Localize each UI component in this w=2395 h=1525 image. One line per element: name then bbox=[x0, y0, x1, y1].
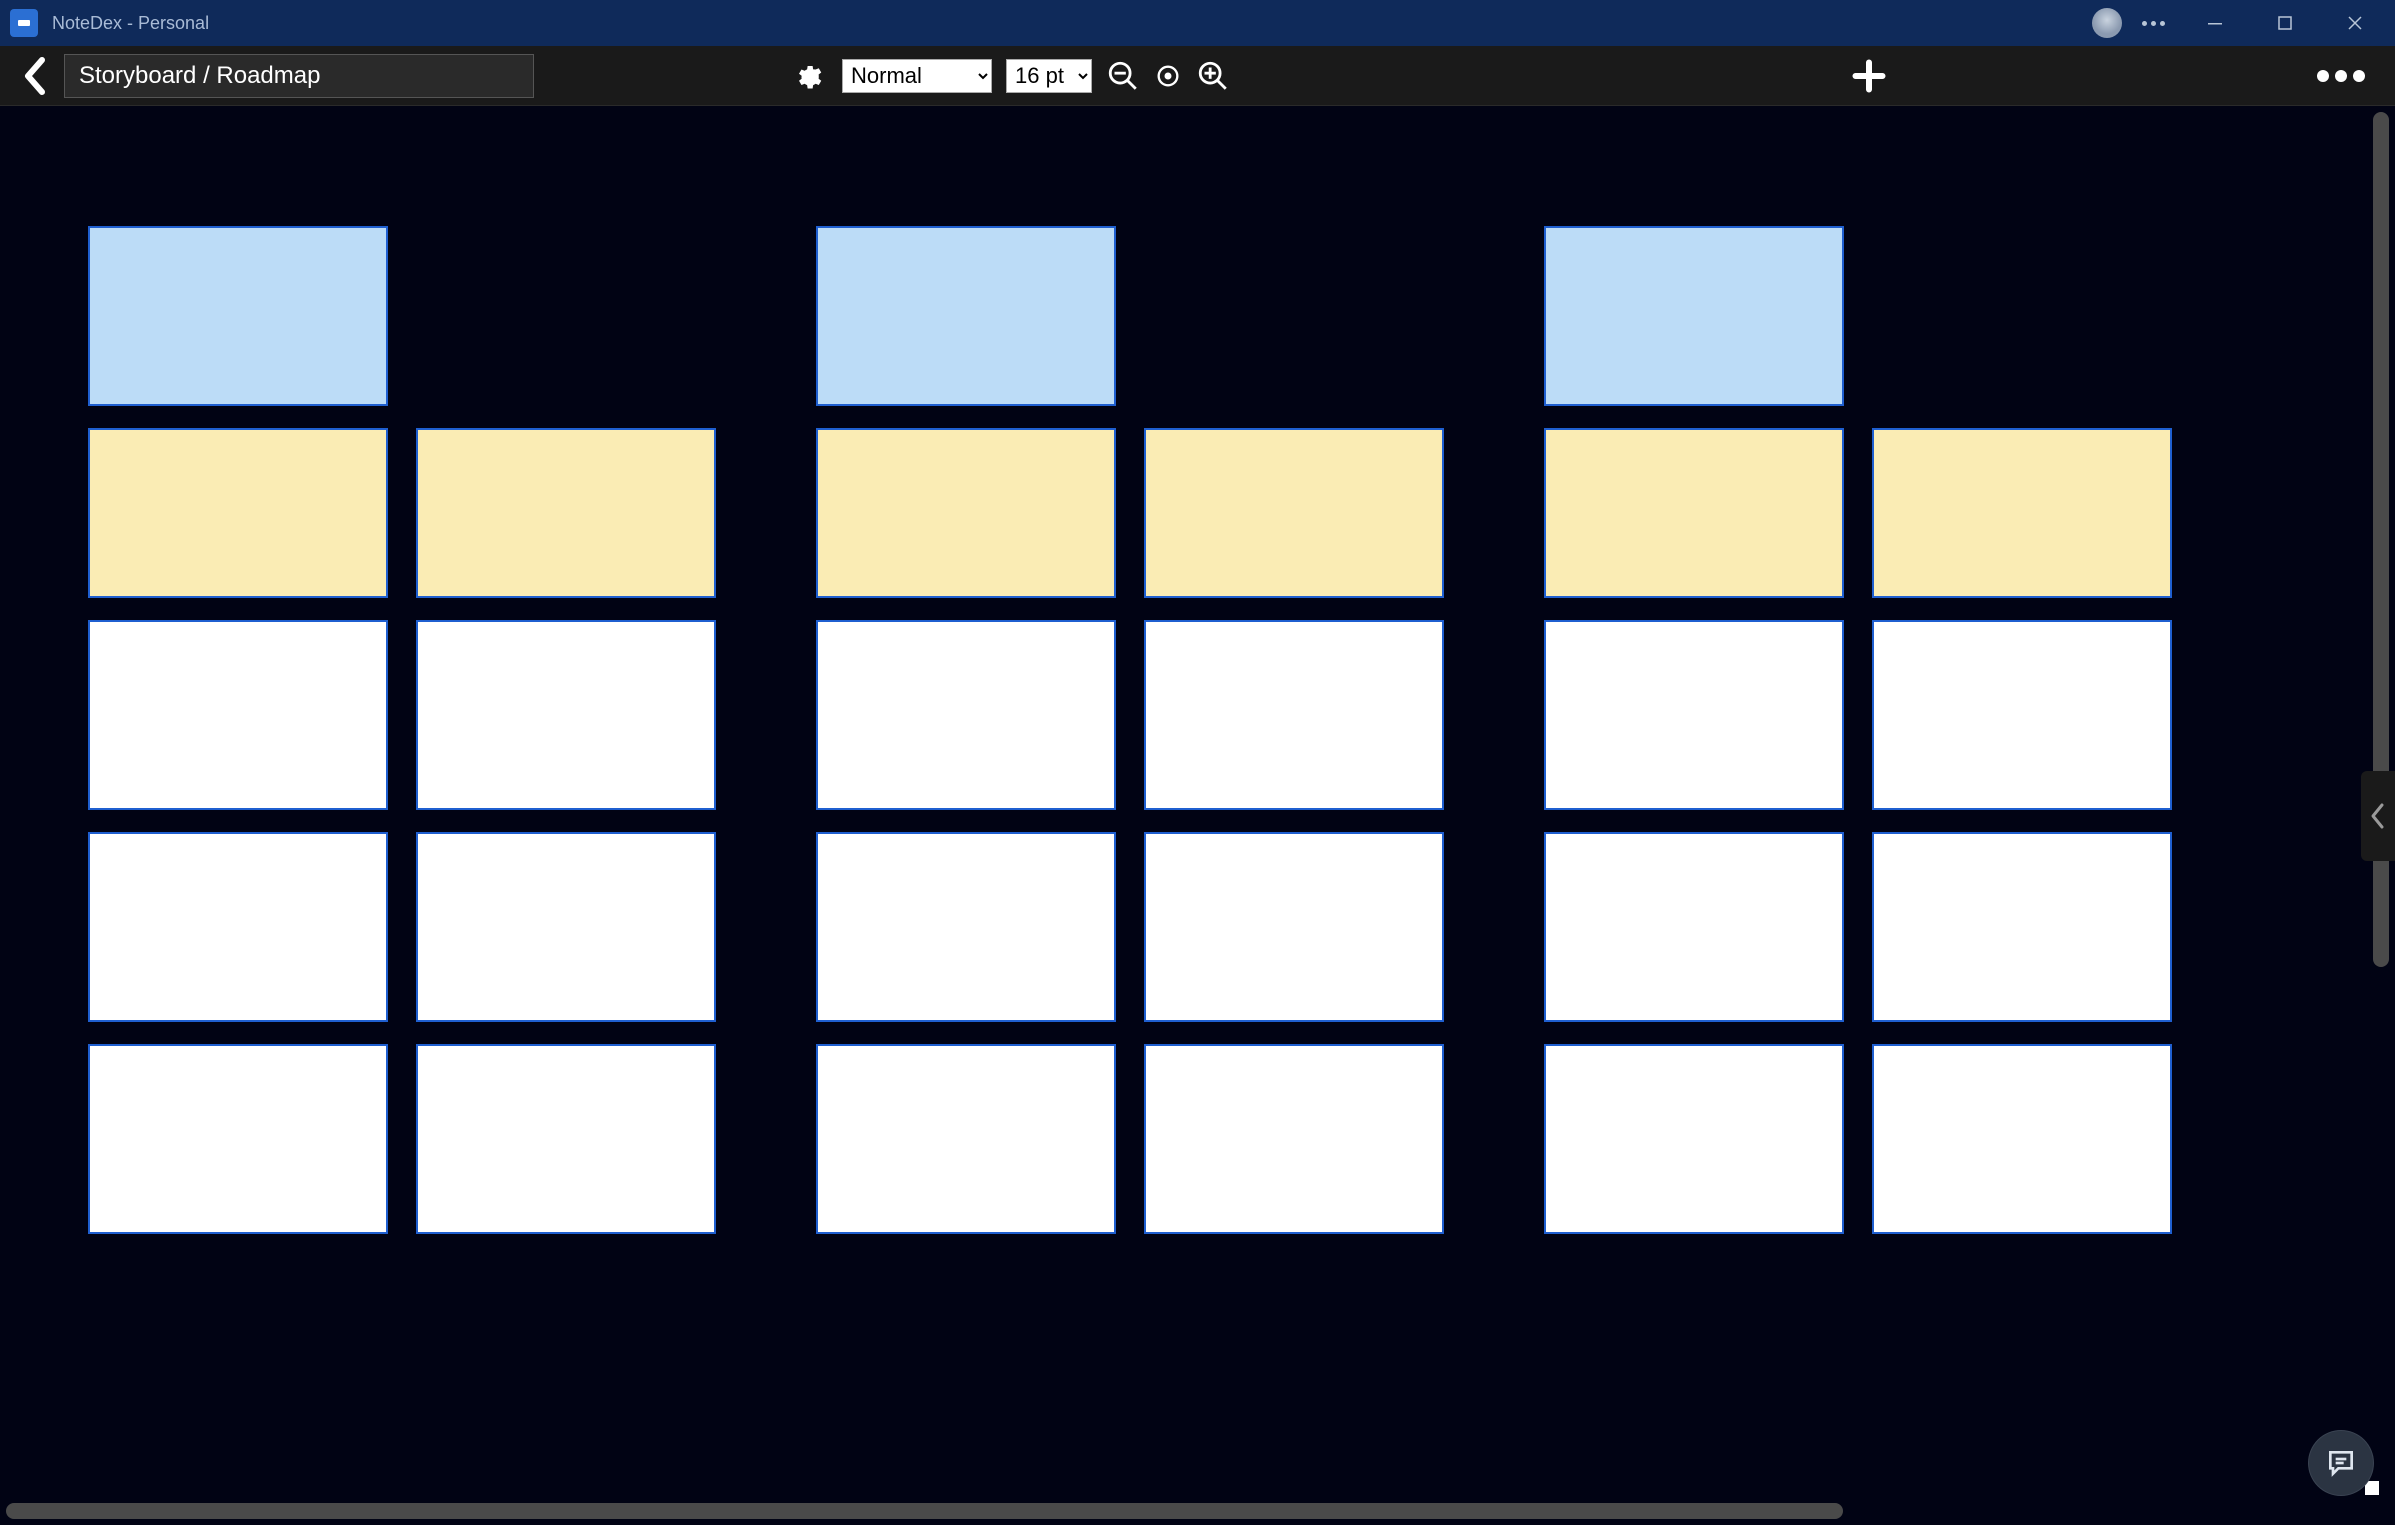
horizontal-scroll-thumb[interactable] bbox=[6, 1503, 1843, 1519]
note-card[interactable] bbox=[416, 428, 716, 598]
close-button[interactable] bbox=[2335, 3, 2375, 43]
note-card[interactable] bbox=[88, 428, 388, 598]
canvas-viewport[interactable] bbox=[0, 106, 2367, 1497]
note-card[interactable] bbox=[88, 1044, 388, 1234]
text-style-select[interactable]: Normal bbox=[842, 59, 992, 93]
window-controls bbox=[2195, 3, 2375, 43]
settings-button[interactable] bbox=[792, 61, 822, 91]
note-card[interactable] bbox=[1144, 832, 1444, 1022]
side-panel-expand-button[interactable] bbox=[2361, 771, 2395, 861]
note-card[interactable] bbox=[816, 620, 1116, 810]
note-card[interactable] bbox=[1144, 620, 1444, 810]
header-card[interactable] bbox=[88, 226, 388, 406]
zoom-in-button[interactable] bbox=[1196, 59, 1230, 93]
note-card[interactable] bbox=[416, 832, 716, 1022]
zoom-reset-button[interactable] bbox=[1154, 62, 1182, 90]
note-card[interactable] bbox=[1872, 620, 2172, 810]
note-card[interactable] bbox=[1544, 620, 1844, 810]
font-size-select[interactable]: 16 pt bbox=[1006, 59, 1092, 93]
feedback-chat-button[interactable] bbox=[2309, 1431, 2373, 1495]
card-group bbox=[816, 226, 1444, 1234]
card-group bbox=[88, 226, 716, 1234]
back-button[interactable] bbox=[20, 56, 50, 96]
user-avatar[interactable] bbox=[2092, 8, 2122, 38]
app-title: NoteDex - Personal bbox=[52, 13, 209, 34]
horizontal-scrollbar[interactable] bbox=[6, 1503, 2361, 1519]
note-card[interactable] bbox=[1544, 428, 1844, 598]
note-card[interactable] bbox=[1872, 428, 2172, 598]
note-card[interactable] bbox=[816, 832, 1116, 1022]
toolbar: Normal 16 pt bbox=[0, 46, 2395, 106]
note-card[interactable] bbox=[416, 620, 716, 810]
note-card[interactable] bbox=[416, 1044, 716, 1234]
note-card[interactable] bbox=[816, 428, 1116, 598]
header-card[interactable] bbox=[1544, 226, 1844, 406]
canvas-area bbox=[0, 106, 2395, 1525]
app-icon bbox=[10, 9, 38, 37]
note-card[interactable] bbox=[1544, 1044, 1844, 1234]
note-card[interactable] bbox=[88, 620, 388, 810]
note-card[interactable] bbox=[1544, 832, 1844, 1022]
note-card[interactable] bbox=[1144, 428, 1444, 598]
scroll-corner bbox=[2365, 1481, 2379, 1495]
toolbar-more-button[interactable] bbox=[2307, 60, 2375, 92]
note-card[interactable] bbox=[1144, 1044, 1444, 1234]
board-title-input[interactable] bbox=[64, 54, 534, 98]
zoom-out-button[interactable] bbox=[1106, 59, 1140, 93]
note-card[interactable] bbox=[816, 1044, 1116, 1234]
minimize-button[interactable] bbox=[2195, 3, 2235, 43]
note-card[interactable] bbox=[1872, 1044, 2172, 1234]
add-card-button[interactable] bbox=[1851, 58, 1887, 94]
maximize-button[interactable] bbox=[2265, 3, 2305, 43]
card-group bbox=[1544, 226, 2172, 1234]
note-card[interactable] bbox=[88, 832, 388, 1022]
titlebar-more-icon[interactable] bbox=[2142, 21, 2165, 26]
header-card[interactable] bbox=[816, 226, 1116, 406]
window-titlebar: NoteDex - Personal bbox=[0, 0, 2395, 46]
note-card[interactable] bbox=[1872, 832, 2172, 1022]
